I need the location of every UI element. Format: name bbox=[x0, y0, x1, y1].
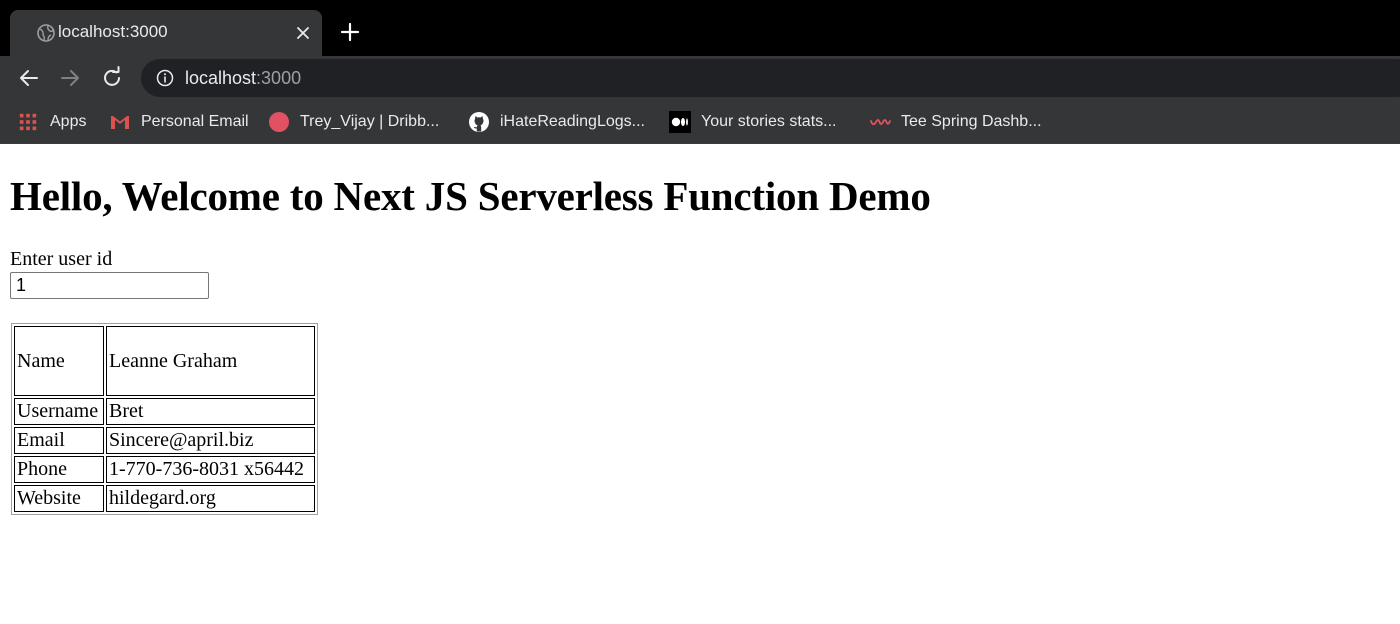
table-row-website: Website hildegard.org bbox=[14, 485, 315, 512]
bookmark-label: Personal Email bbox=[141, 113, 249, 130]
bookmark-dribbble[interactable]: Trey_Vijay | Dribb... bbox=[268, 100, 439, 144]
new-tab-icon[interactable] bbox=[338, 20, 362, 44]
bookmark-github[interactable]: iHateReadingLogs... bbox=[468, 100, 645, 144]
bookmark-label: iHateReadingLogs... bbox=[500, 113, 645, 130]
user-id-input[interactable] bbox=[10, 272, 209, 299]
apps-grid-icon bbox=[19, 113, 37, 131]
url-port: :3000 bbox=[256, 68, 302, 88]
address-bar[interactable]: localhost:3000 bbox=[141, 59, 1400, 97]
dribbble-icon bbox=[269, 112, 289, 132]
table-row-name: Name Leanne Graham bbox=[14, 326, 315, 396]
table-key-cell: Username bbox=[14, 398, 104, 425]
bookmark-label: Tee Spring Dashb... bbox=[901, 113, 1042, 130]
table-key-cell: Phone bbox=[14, 456, 104, 483]
github-icon bbox=[469, 112, 489, 132]
close-tab-icon[interactable] bbox=[293, 23, 313, 43]
table-key-cell: Email bbox=[14, 427, 104, 454]
page-content: Hello, Welcome to Next JS Serverless Fun… bbox=[0, 144, 1400, 624]
url-host: localhost bbox=[185, 68, 257, 88]
bookmark-tee-spring[interactable]: Tee Spring Dashb... bbox=[869, 100, 1042, 144]
medium-icon bbox=[669, 111, 691, 133]
page-title: Hello, Welcome to Next JS Serverless Fun… bbox=[10, 173, 931, 219]
table-row-username: Username Bret bbox=[14, 398, 315, 425]
table-key-cell: Website bbox=[14, 485, 104, 512]
user-details-table: Name Leanne Graham Username Bret Email S… bbox=[11, 323, 318, 515]
bookmark-label: Trey_Vijay | Dribb... bbox=[300, 113, 440, 130]
table-key-cell: Name bbox=[14, 326, 104, 396]
bookmark-personal-email[interactable]: Personal Email bbox=[109, 100, 249, 144]
table-value-cell: Leanne Graham bbox=[106, 326, 315, 396]
table-value-cell: Bret bbox=[106, 398, 315, 425]
globe-icon bbox=[37, 24, 55, 42]
tab-strip: localhost:3000 bbox=[0, 0, 1400, 56]
back-arrow-icon[interactable] bbox=[16, 65, 42, 91]
bookmark-label: Apps bbox=[50, 113, 87, 130]
forward-arrow-icon[interactable] bbox=[57, 65, 83, 91]
bookmarks-bar: Apps Personal Email Trey_Vijay | Dribb..… bbox=[0, 100, 1400, 144]
reload-icon[interactable] bbox=[99, 65, 125, 91]
table-value-cell: 1-770-736-8031 x56442 bbox=[106, 456, 315, 483]
teespring-icon bbox=[870, 119, 891, 126]
browser-toolbar: localhost:3000 bbox=[0, 56, 1400, 100]
table-value-cell: Sincere@april.biz bbox=[106, 427, 315, 454]
table-value-cell: hildegard.org bbox=[106, 485, 315, 512]
bookmark-apps[interactable]: Apps bbox=[18, 100, 86, 144]
gmail-icon bbox=[111, 116, 129, 129]
user-id-label: Enter user id bbox=[10, 248, 113, 270]
url-text[interactable]: localhost:3000 bbox=[185, 68, 301, 89]
bookmark-medium-stats[interactable]: Your stories stats... bbox=[669, 100, 836, 144]
bookmark-label: Your stories stats... bbox=[701, 113, 837, 130]
active-tab[interactable]: localhost:3000 bbox=[10, 10, 322, 56]
info-icon[interactable] bbox=[156, 69, 174, 87]
tab-title: localhost:3000 bbox=[58, 22, 168, 41]
table-row-phone: Phone 1-770-736-8031 x56442 bbox=[14, 456, 315, 483]
table-row-email: Email Sincere@april.biz bbox=[14, 427, 315, 454]
